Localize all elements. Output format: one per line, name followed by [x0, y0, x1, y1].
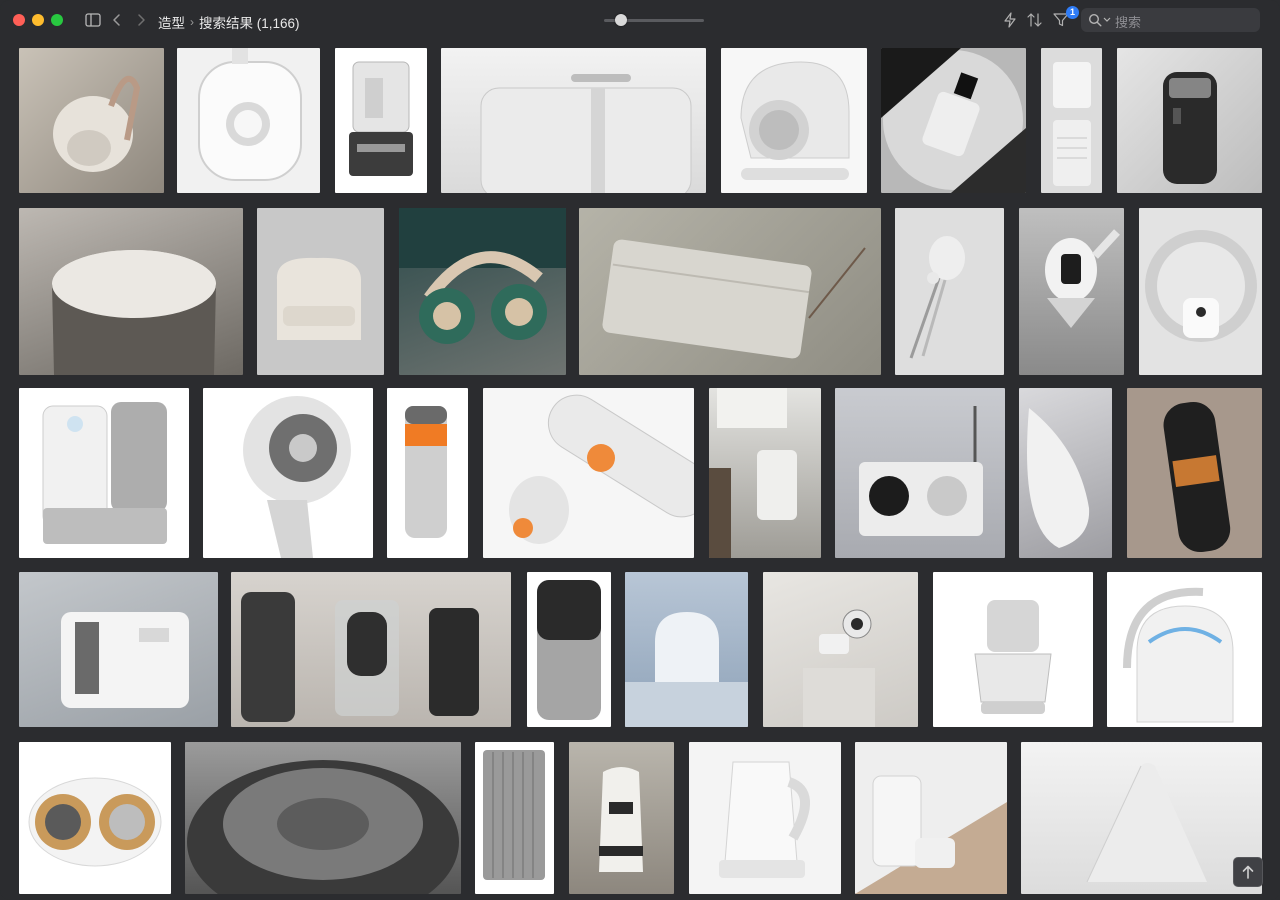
- thumbnail-phone-speaker[interactable]: [527, 572, 611, 727]
- app-window: 造型 › 搜索结果 (1,166) 1 搜索: [0, 0, 1280, 900]
- thumbnail-speaker-with-strap[interactable]: [19, 48, 164, 193]
- thumbnail-white-case-pouch[interactable]: [579, 208, 881, 375]
- breadcrumb-result: 搜索结果 (1,166): [199, 16, 300, 31]
- thumbnail-scissors-bulb[interactable]: [895, 208, 1004, 375]
- thumbnail-braun-radio-clock[interactable]: [835, 388, 1005, 558]
- lightning-icon[interactable]: [1001, 11, 1019, 29]
- filter-count-badge: 1: [1066, 6, 1079, 19]
- thumbnail-cone-lamp[interactable]: [1021, 742, 1262, 894]
- thumbnail-desk-fan-white[interactable]: [721, 48, 867, 193]
- slider-knob[interactable]: [615, 14, 627, 26]
- back-chevron-icon[interactable]: [108, 11, 126, 29]
- thumbnail-gold-speaker[interactable]: [19, 742, 171, 894]
- thumbnail-humidifier-display[interactable]: [19, 572, 218, 727]
- breadcrumb-separator: ›: [190, 15, 194, 29]
- minimize-window-button[interactable]: [32, 14, 44, 26]
- thumbnail-perfume-bottle[interactable]: [881, 48, 1026, 193]
- search-input[interactable]: 搜索: [1115, 12, 1141, 31]
- thumbnail-room-heater[interactable]: [709, 388, 821, 558]
- thumbnail-white-suitcase[interactable]: [441, 48, 706, 193]
- chevron-down-icon: [1103, 17, 1111, 22]
- zoom-window-button[interactable]: [51, 14, 63, 26]
- thumbnail-service-robot[interactable]: [569, 742, 674, 894]
- thumbnail-white-kettle[interactable]: [689, 742, 841, 894]
- forward-chevron-icon[interactable]: [132, 11, 150, 29]
- breadcrumb: 造型 › 搜索结果 (1,166): [158, 12, 300, 32]
- thumbnail-size-slider[interactable]: [604, 14, 704, 26]
- search-icon: [1088, 13, 1102, 27]
- thumbnail-security-camera[interactable]: [763, 572, 918, 727]
- toolbar: 造型 › 搜索结果 (1,166) 1 搜索: [0, 0, 1280, 40]
- thumbnail-lounge-chair[interactable]: [257, 208, 384, 375]
- thumbnail-round-diffuser[interactable]: [19, 208, 243, 375]
- thumbnail-robot-head[interactable]: [1019, 208, 1124, 375]
- search-field[interactable]: 搜索: [1081, 8, 1260, 32]
- scroll-to-top-button[interactable]: [1233, 857, 1263, 887]
- thumbnail-glass-blender[interactable]: [933, 572, 1093, 727]
- thumbnail-hair-dryer[interactable]: [203, 388, 373, 558]
- arrow-up-icon: [1242, 865, 1254, 879]
- thumbnail-white-sculpted-device[interactable]: [1019, 388, 1112, 558]
- thumbnail-smart-speaker-blue[interactable]: [625, 572, 748, 727]
- sidebar-toggle-icon[interactable]: [84, 11, 102, 29]
- thumbnail-green-headphones[interactable]: [399, 208, 566, 375]
- thumbnail-slim-radiator[interactable]: [475, 742, 554, 894]
- close-window-button[interactable]: [13, 14, 25, 26]
- thumbnail-round-dome-device[interactable]: [1139, 208, 1262, 375]
- thumbnail-round-speaker-top[interactable]: [185, 742, 461, 894]
- thumbnail-glass-coffee-machines[interactable]: [231, 572, 511, 727]
- thumbnail-dark-tumbler[interactable]: [1127, 388, 1262, 558]
- thumbnail-coffee-maker[interactable]: [855, 742, 1007, 894]
- thumbnail-donut-appliance[interactable]: [177, 48, 320, 193]
- thumbnail-capsule-grinder[interactable]: [483, 388, 694, 558]
- thumbnail-black-shaver[interactable]: [1117, 48, 1262, 193]
- thumbnail-arc-humidifier[interactable]: [1107, 572, 1262, 727]
- breadcrumb-folder[interactable]: 造型: [158, 12, 185, 32]
- thumbnail-food-processor[interactable]: [335, 48, 427, 193]
- thumbnail-travel-mug[interactable]: [387, 388, 468, 558]
- thumbnail-cylinder-purifier[interactable]: [1041, 48, 1102, 193]
- sort-icon[interactable]: [1026, 11, 1044, 29]
- thumbnail-air-purifier-tank[interactable]: [19, 388, 189, 558]
